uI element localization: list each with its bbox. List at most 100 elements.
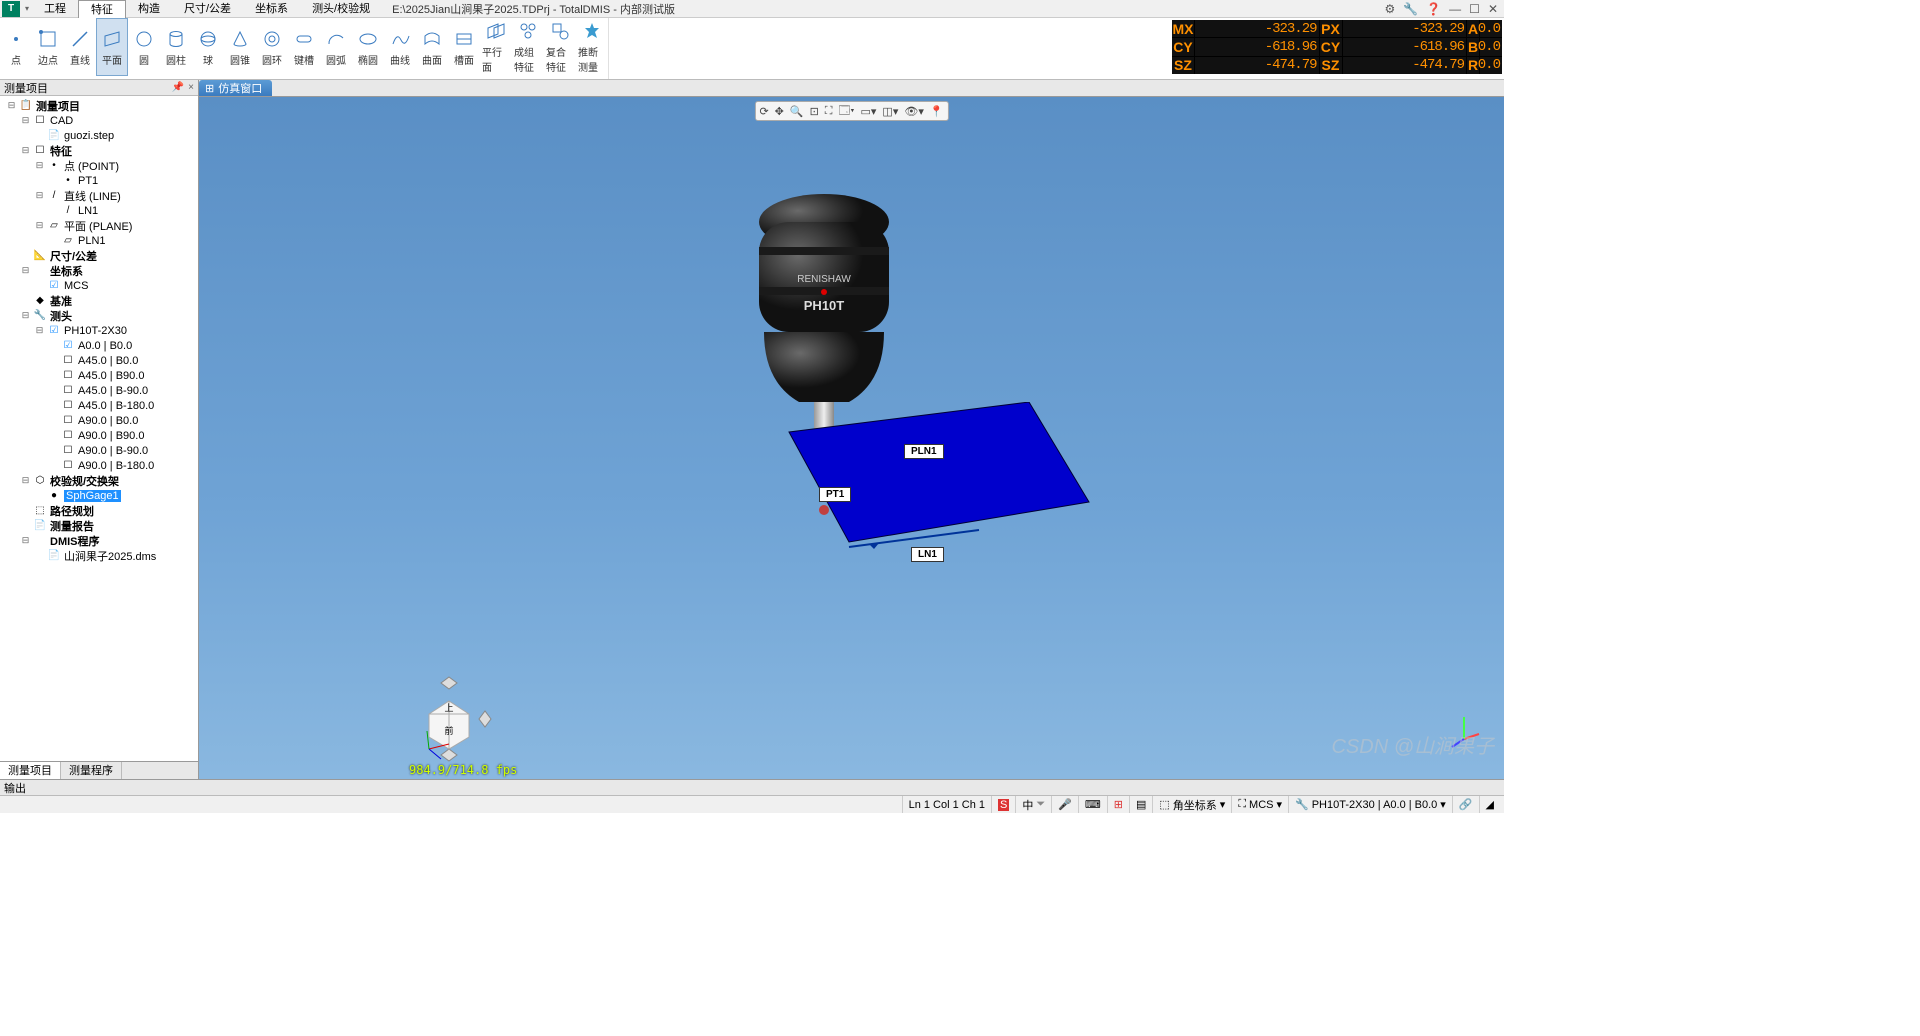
feature-label-pln1[interactable]: PLN1 [904, 444, 944, 459]
ribbon-平行面[interactable]: 平行面 [480, 18, 512, 76]
tree-toggle-icon[interactable]: ⊟ [34, 160, 45, 171]
tree-toggle-icon[interactable] [48, 385, 59, 396]
nav-cube[interactable]: 上 前 [399, 669, 499, 769]
tree-tab-1[interactable]: 测量程序 [61, 762, 122, 779]
vt-eye-icon[interactable]: 👁▾ [904, 105, 924, 118]
ribbon-圆弧[interactable]: 圆弧 [320, 18, 352, 76]
tree-toggle-icon[interactable] [48, 430, 59, 441]
tree-node[interactable]: ⊟📋测量项目 [2, 98, 196, 113]
tree-toggle-icon[interactable] [34, 280, 45, 291]
tree-toggle-icon[interactable] [20, 295, 31, 306]
panel-close-icon[interactable]: × [188, 82, 194, 93]
tree-node[interactable]: ☐A45.0 | B-180.0 [2, 398, 196, 413]
ribbon-圆柱[interactable]: 圆柱 [160, 18, 192, 76]
ribbon-直线[interactable]: 直线 [64, 18, 96, 76]
tree-node[interactable]: 📐尺寸/公差 [2, 248, 196, 263]
tree-node[interactable]: ☐A45.0 | B90.0 [2, 368, 196, 383]
tree-toggle-icon[interactable]: ⊟ [20, 475, 31, 486]
tool-icon[interactable]: 🔧 [1403, 2, 1418, 16]
ribbon-曲面[interactable]: 曲面 [416, 18, 448, 76]
tree-toggle-icon[interactable] [34, 550, 45, 561]
ribbon-曲线[interactable]: 曲线 [384, 18, 416, 76]
tree-node[interactable]: •PT1 [2, 173, 196, 188]
status-resize-grip[interactable]: ◢ [1486, 798, 1494, 811]
status-mcs[interactable]: ⛶ MCS ▾ [1231, 796, 1288, 813]
tree-tab-0[interactable]: 测量项目 [0, 762, 61, 779]
tree-node[interactable]: 📄测量报告 [2, 518, 196, 533]
tree-node[interactable]: 📄guozi.step [2, 128, 196, 143]
ribbon-椭圆[interactable]: 椭圆 [352, 18, 384, 76]
help-icon[interactable]: ❓ [1426, 2, 1441, 16]
vt-fit-icon[interactable]: ⛶ [825, 105, 833, 118]
vt-view-icon[interactable]: 🗔▾ [839, 102, 855, 121]
tree-node[interactable]: ⊟▱平面 (PLANE) [2, 218, 196, 233]
ribbon-圆环[interactable]: 圆环 [256, 18, 288, 76]
ribbon-球[interactable]: 球 [192, 18, 224, 76]
tree-toggle-icon[interactable] [48, 340, 59, 351]
vt-select-icon[interactable]: ▭▾ [861, 105, 877, 118]
tree-body[interactable]: ⊟📋测量项目⊟☐CAD📄guozi.step⊟☐特征⊟•点 (POINT)•PT… [0, 96, 198, 761]
tree-toggle-icon[interactable] [48, 400, 59, 411]
ribbon-键槽[interactable]: 键槽 [288, 18, 320, 76]
ribbon-成组特征[interactable]: 成组特征 [512, 18, 544, 76]
viewport-canvas[interactable]: ⟳ ✥ 🔍 ⊡ ⛶ 🗔▾ ▭▾ ◫▾ 👁▾ 📍 [199, 97, 1504, 779]
pin-icon[interactable]: 📌 [172, 82, 184, 93]
menu-测头/校验规[interactable]: 测头/校验规 [300, 0, 382, 18]
tree-node[interactable]: ⊟坐标系 [2, 263, 196, 278]
settings-icon[interactable]: ⚙ [1385, 2, 1396, 16]
tree-toggle-icon[interactable] [20, 250, 31, 261]
tree-node[interactable]: ⊟🔧测头 [2, 308, 196, 323]
tree-toggle-icon[interactable] [48, 205, 59, 216]
tree-toggle-icon[interactable]: ⊟ [20, 145, 31, 156]
vt-hide-icon[interactable]: ◫▾ [882, 105, 898, 118]
app-menu-dropdown[interactable]: ▾ [22, 1, 32, 17]
tree-toggle-icon[interactable]: ⊟ [34, 220, 45, 231]
tree-node[interactable]: ⊟DMIS程序 [2, 533, 196, 548]
tree-toggle-icon[interactable] [20, 520, 31, 531]
feature-label-pt1[interactable]: PT1 [819, 487, 851, 502]
tree-toggle-icon[interactable] [48, 460, 59, 471]
vt-zoom-icon[interactable]: 🔍 [790, 105, 804, 118]
tree-node[interactable]: ⊟☐CAD [2, 113, 196, 128]
tree-node[interactable]: ☐A90.0 | B-180.0 [2, 458, 196, 473]
ribbon-平面[interactable]: 平面 [96, 18, 128, 76]
status-link-icon[interactable]: 🔗 [1459, 798, 1473, 811]
vt-move-icon[interactable]: ✥ [775, 105, 784, 118]
tree-toggle-icon[interactable] [20, 505, 31, 516]
status-mic-icon[interactable]: 🎤 [1058, 798, 1072, 811]
vt-zoomwin-icon[interactable]: ⊡ [810, 105, 819, 118]
tree-node[interactable]: ☐A90.0 | B-90.0 [2, 443, 196, 458]
tree-node[interactable]: ⊟☐特征 [2, 143, 196, 158]
tree-node[interactable]: ☐A45.0 | B-90.0 [2, 383, 196, 398]
tree-toggle-icon[interactable] [34, 130, 45, 141]
tree-toggle-icon[interactable]: ⊟ [20, 115, 31, 126]
tree-toggle-icon[interactable] [48, 235, 59, 246]
status-coordsys[interactable]: ⬚ 角坐标系 ▾ [1152, 796, 1231, 813]
tree-node[interactable]: ◆基准 [2, 293, 196, 308]
tree-node[interactable]: /LN1 [2, 203, 196, 218]
tree-toggle-icon[interactable]: ⊟ [20, 265, 31, 276]
tree-toggle-icon[interactable] [48, 355, 59, 366]
ribbon-圆锥[interactable]: 圆锥 [224, 18, 256, 76]
ribbon-边点[interactable]: 边点 [32, 18, 64, 76]
tree-node[interactable]: ⊟☑PH10T-2X30 [2, 323, 196, 338]
ribbon-圆[interactable]: 圆 [128, 18, 160, 76]
tree-toggle-icon[interactable] [48, 370, 59, 381]
tree-toggle-icon[interactable] [48, 175, 59, 186]
vt-pin-icon[interactable]: 📍 [930, 105, 944, 118]
tree-toggle-icon[interactable]: ⊟ [34, 325, 45, 336]
ribbon-槽面[interactable]: 槽面 [448, 18, 480, 76]
tree-toggle-icon[interactable] [48, 415, 59, 426]
tree-node[interactable]: ☐A90.0 | B0.0 [2, 413, 196, 428]
status-kbd-icon[interactable]: ⌨ [1085, 798, 1101, 811]
status-apps-icon[interactable]: ▤ [1136, 798, 1146, 811]
tree-node[interactable]: ⊟⬡校验规/交换架 [2, 473, 196, 488]
tree-toggle-icon[interactable] [34, 490, 45, 501]
tree-toggle-icon[interactable]: ⊟ [6, 100, 17, 111]
minimize-icon[interactable]: — [1449, 2, 1461, 16]
status-grid-icon[interactable]: ⊞ [1114, 798, 1123, 811]
tree-toggle-icon[interactable]: ⊟ [34, 190, 45, 201]
tree-node[interactable]: ⊟•点 (POINT) [2, 158, 196, 173]
status-lang[interactable]: 中 ⏷ [1015, 796, 1051, 813]
maximize-icon[interactable]: ☐ [1469, 2, 1480, 16]
